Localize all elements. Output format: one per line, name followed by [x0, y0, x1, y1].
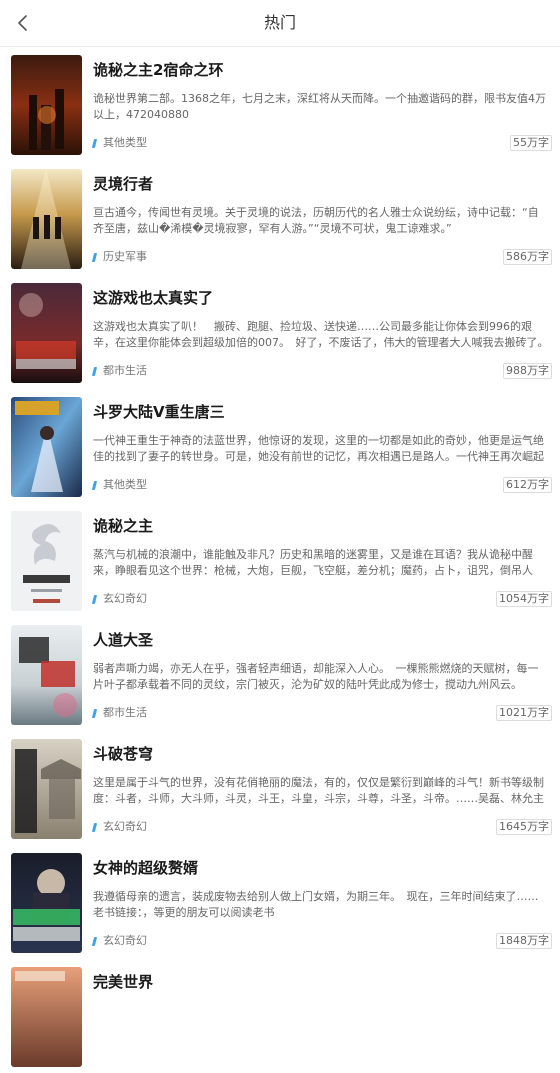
book-title[interactable]: 斗罗大陆V重生唐三 [93, 401, 225, 422]
book-title[interactable]: 人道大圣 [93, 629, 153, 650]
book-description: 蒸汽与机械的浪潮中，谁能触及非凡？历史和黑暗的迷雾里，又是谁在耳语？我从诡秘中醒… [93, 548, 533, 577]
book-item[interactable]: 诡秘之主 蒸汽与机械的浪潮中，谁能触及非凡？历史和黑暗的迷雾里，又是谁在耳语？我… [0, 503, 560, 617]
book-category: 其他类型 [91, 478, 147, 492]
word-count-badge: 612万字 [503, 477, 552, 493]
top-bar: 热门 [0, 0, 560, 47]
category-label: 其他类型 [103, 478, 147, 491]
category-label: 玄幻奇幻 [103, 934, 147, 947]
category-marker-icon [91, 366, 98, 376]
book-cover[interactable] [11, 967, 82, 1067]
book-description: 弱者声嘶力竭，亦无人在乎，强者轻声细语，却能深入人心。 一棵熊熊燃烧的天赋树，每… [93, 662, 539, 691]
category-label: 都市生活 [103, 364, 147, 377]
category-label: 其他类型 [103, 136, 147, 149]
category-label: 玄幻奇幻 [103, 820, 147, 833]
book-item[interactable]: 斗破苍穹 这里是属于斗气的世界，没有花俏艳丽的魔法，有的，仅仅是繁衍到巅峰的斗气… [0, 731, 560, 845]
word-count-badge: 1054万字 [496, 591, 552, 607]
book-title[interactable]: 诡秘之主2宿命之环 [93, 59, 223, 80]
book-description: 亘古通今，传闻世有灵境。关于灵境的说法，历朝历代的名人雅士众说纷纭，诗中记载：“… [93, 206, 539, 235]
word-count-badge: 988万字 [503, 363, 552, 379]
book-cover[interactable] [11, 511, 82, 611]
category-marker-icon [91, 936, 98, 946]
book-cover[interactable] [11, 739, 82, 839]
book-cover[interactable] [11, 397, 82, 497]
category-label: 玄幻奇幻 [103, 592, 147, 605]
book-list[interactable]: 诡秘之主2宿命之环 诡秘世界第二部。1368之年，七月之末，深红将从天而降。一个… [0, 47, 560, 1073]
book-item[interactable]: 诡秘之主2宿命之环 诡秘世界第二部。1368之年，七月之末，深红将从天而降。一个… [0, 47, 560, 161]
category-label: 历史军事 [103, 250, 147, 263]
word-count-badge: 55万字 [510, 135, 552, 151]
category-marker-icon [91, 822, 98, 832]
category-marker-icon [91, 708, 98, 718]
book-item[interactable]: 女神的超级赘婿 我遵循母亲的遗言，装成废物去给别人做上门女婿，为期三年。 现在，… [0, 845, 560, 959]
book-cover[interactable] [11, 283, 82, 383]
book-description: 一代神王重生于神奇的法蓝世界，他惊讶的发现，这里的一切都是如此的奇妙，他更是运气… [93, 434, 544, 463]
page-title: 热门 [263, 13, 296, 32]
category-marker-icon [91, 138, 98, 148]
book-category: 玄幻奇幻 [91, 820, 147, 834]
book-cover[interactable] [11, 853, 82, 953]
category-label: 都市生活 [103, 706, 147, 719]
book-description: 这里是属于斗气的世界，没有花俏艳丽的魔法，有的，仅仅是繁衍到巅峰的斗气！新书等级… [93, 776, 544, 805]
book-title[interactable]: 女神的超级赘婿 [93, 857, 198, 878]
book-cover[interactable] [11, 625, 82, 725]
category-marker-icon [91, 252, 98, 262]
book-title[interactable]: 完美世界 [93, 971, 153, 992]
book-item[interactable]: 人道大圣 弱者声嘶力竭，亦无人在乎，强者轻声细语，却能深入人心。 一棵熊熊燃烧的… [0, 617, 560, 731]
book-category: 都市生活 [91, 364, 147, 378]
book-category: 其他类型 [91, 136, 147, 150]
book-cover[interactable] [11, 55, 82, 155]
word-count-badge: 1848万字 [496, 933, 552, 949]
category-marker-icon [91, 594, 98, 604]
book-title[interactable]: 斗破苍穹 [93, 743, 153, 764]
category-marker-icon [91, 480, 98, 490]
book-cover[interactable] [11, 169, 82, 269]
book-description: 我遵循母亲的遗言，装成废物去给别人做上门女婿，为期三年。 现在，三年时间结束了…… [93, 890, 539, 919]
book-item[interactable]: 这游戏也太真实了 这游戏也太真实了叭！ 搬砖、跑腿、捡垃圾、送快递……公司最多能… [0, 275, 560, 389]
book-category: 都市生活 [91, 706, 147, 720]
word-count-badge: 1021万字 [496, 705, 552, 721]
book-title[interactable]: 诡秘之主 [93, 515, 153, 536]
book-item[interactable]: 灵境行者 亘古通今，传闻世有灵境。关于灵境的说法，历朝历代的名人雅士众说纷纭，诗… [0, 161, 560, 275]
book-category: 玄幻奇幻 [91, 592, 147, 606]
book-category: 历史军事 [91, 250, 147, 264]
book-title[interactable]: 灵境行者 [93, 173, 153, 194]
book-item[interactable]: 完美世界 [0, 959, 560, 1073]
book-item[interactable]: 斗罗大陆V重生唐三 一代神王重生于神奇的法蓝世界，他惊讶的发现，这里的一切都是如… [0, 389, 560, 503]
book-title[interactable]: 这游戏也太真实了 [93, 287, 213, 308]
word-count-badge: 586万字 [503, 249, 552, 265]
book-description: 诡秘世界第二部。1368之年，七月之末，深红将从天而降。一个抽邀谐码的群，限书友… [93, 92, 546, 121]
word-count-badge: 1645万字 [496, 819, 552, 835]
book-description: 这游戏也太真实了叭！ 搬砖、跑腿、捡垃圾、送快递……公司最多能让你体会到996的… [93, 320, 549, 349]
book-category: 玄幻奇幻 [91, 934, 147, 948]
